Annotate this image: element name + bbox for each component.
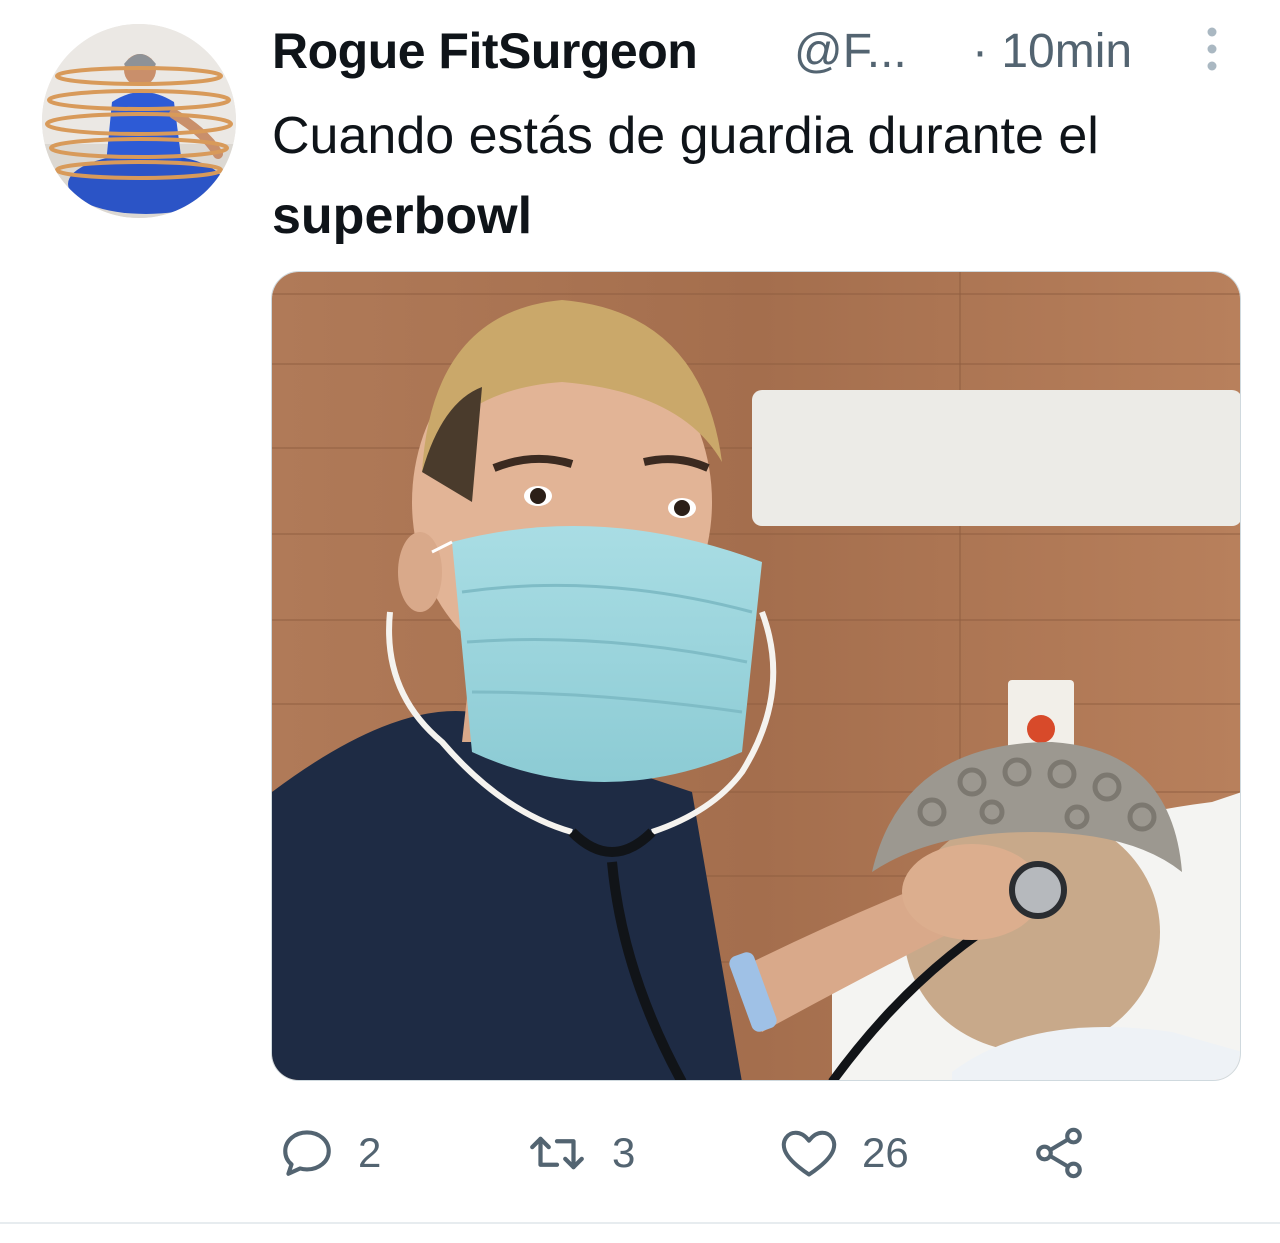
reply-button[interactable]: 2 [278,1118,381,1188]
author-handle[interactable]: @F... [794,24,907,79]
more-options-icon[interactable] [1192,20,1232,80]
author-name[interactable]: Rogue FitSurgeon [272,22,698,80]
retweet-icon [530,1136,584,1170]
like-button[interactable]: 26 [778,1118,909,1188]
reply-count: 2 [358,1129,382,1176]
tweet-text-line: Cuando estás de guardia durante el [272,107,1099,165]
tweet-text-hashtag: superbowl [272,187,533,245]
share-icon [1036,1127,1082,1179]
avatar-image [42,24,236,218]
author-avatar[interactable] [42,24,236,218]
tweet-text: Cuando estás de guardia durante el super… [272,96,1252,256]
retweet-button[interactable]: 3 [524,1118,635,1188]
tweet-timestamp[interactable]: · 10min [972,24,1132,79]
retweet-count: 3 [612,1129,636,1176]
reply-icon [283,1130,331,1176]
tweet-header: Rogue FitSurgeon @F... · 10min [272,18,1232,88]
share-button[interactable] [1030,1118,1088,1188]
tweet-media[interactable] [271,271,1241,1081]
tweet-actions: 2 3 26 [272,1118,1232,1188]
like-count: 26 [862,1129,909,1176]
media-photo [272,272,1240,1080]
tweet-divider [0,1222,1280,1224]
tweet-card[interactable]: Rogue FitSurgeon @F... · 10min Cuando es… [0,0,1280,1243]
heart-icon [781,1130,837,1177]
